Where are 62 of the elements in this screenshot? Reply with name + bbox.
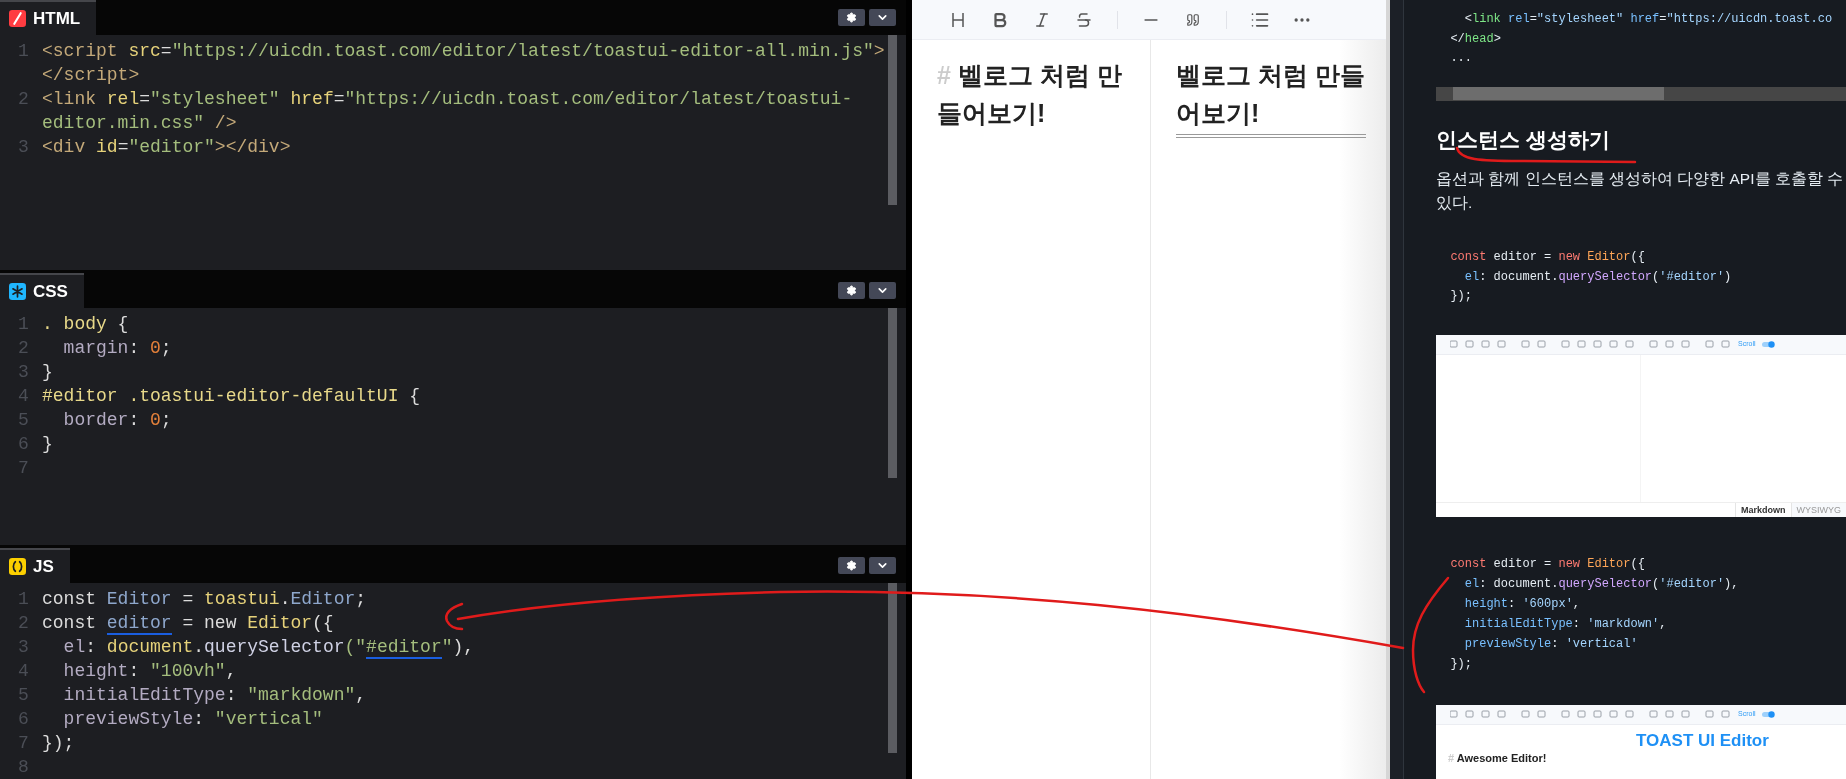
code-line: editor.min.css" /> — [42, 112, 237, 135]
code-line: height: "100vh", — [62, 660, 237, 683]
markdown-heading: # Awesome Editor! — [1448, 751, 1547, 764]
code-line: } — [42, 361, 53, 384]
section-heading: 인스턴스 생성하기 — [1436, 127, 1610, 154]
settings-icon — [846, 560, 857, 571]
code-line: }); — [42, 732, 75, 755]
code-line: </script> — [42, 64, 140, 87]
code-line: <link rel="stylesheet" href="https://uicdn.toast.com/editor/latest/toastui- — [42, 88, 853, 111]
scrollbar[interactable] — [888, 308, 897, 478]
heading-icon[interactable] — [951, 11, 965, 28]
code-line: previewStyle: "vertical" — [62, 708, 323, 731]
code-line: <script src="https://uicdn.toast.com/editor/latest/toastui-editor-all.min.js"> — [42, 40, 885, 63]
code-line: const editor = new Editor({ — [1449, 555, 1645, 573]
code-line: el: document.querySelector('#editor'), — [1463, 575, 1739, 593]
horizontal-scrollbar[interactable] — [1436, 86, 1846, 102]
code-line: . body { — [42, 313, 129, 336]
code-line: const editor = new Editor({ — [42, 612, 334, 635]
code-line: height: '600px', — [1463, 595, 1581, 613]
code-line: } — [42, 433, 53, 456]
panel-tab[interactable]: HTML — [0, 0, 97, 35]
strikethrough-icon[interactable] — [1075, 10, 1093, 29]
panel-title: HTML — [33, 7, 81, 30]
panel-tab[interactable]: JS — [0, 548, 70, 583]
code-line: el: document.querySelector('#editor') — [1463, 268, 1732, 286]
collapse-button[interactable] — [869, 9, 896, 26]
scrollbar[interactable] — [888, 35, 897, 205]
settings-icon — [846, 12, 857, 23]
code-line: el: document.querySelector("#editor"), — [62, 636, 475, 659]
code-line: }); — [1449, 288, 1472, 306]
code-line: border: 0; — [62, 409, 172, 432]
code-line: margin: 0; — [62, 337, 172, 360]
code-line: const editor = new Editor({ — [1449, 249, 1645, 267]
logo: TOAST UI Editor — [1636, 730, 1769, 750]
bold-icon[interactable] — [991, 10, 1009, 29]
toggle-icon[interactable] — [1761, 710, 1775, 718]
panel-tab[interactable]: CSS — [0, 273, 84, 308]
scrollbar[interactable] — [888, 583, 897, 753]
code-line: initialEditType: 'markdown', — [1463, 615, 1667, 633]
code-line: <div id="editor"></div> — [42, 136, 291, 159]
code-line: <link rel="stylesheet" href="https://uicdn.toast.co — [1463, 11, 1833, 28]
code-line: previewStyle: 'vertical' — [1463, 635, 1638, 653]
panel-title: JS — [33, 555, 54, 578]
markdown-heading: # 벨로그 처럼 만들어보기! — [937, 60, 1123, 129]
code-line: initialEditType: "markdown", — [62, 684, 367, 707]
settings-button[interactable] — [838, 282, 865, 299]
italic-icon[interactable] — [1033, 10, 1051, 29]
collapse-button[interactable] — [869, 282, 896, 299]
panel-title: CSS — [33, 280, 68, 303]
code-line: const Editor = toastui.Editor; — [42, 588, 367, 611]
toggle-icon[interactable] — [1761, 340, 1775, 348]
code-line: </head> — [1449, 30, 1501, 48]
paragraph: 옵션과 함께 인스턴스를 생성하여 다양한 API를 호출할 수 있다. — [1436, 169, 1845, 214]
preview-heading: 벨로그 처럼 만들어보기! — [1176, 56, 1366, 138]
collapse-button[interactable] — [869, 557, 896, 574]
quote-icon[interactable] — [1186, 12, 1200, 27]
settings-button[interactable] — [838, 9, 865, 26]
settings-button[interactable] — [838, 557, 865, 574]
code-line: #editor .toastui-editor-defaultUI { — [42, 385, 421, 408]
settings-icon — [846, 285, 857, 296]
code-line: ... — [1449, 50, 1472, 67]
code-line: }); — [1449, 655, 1472, 673]
